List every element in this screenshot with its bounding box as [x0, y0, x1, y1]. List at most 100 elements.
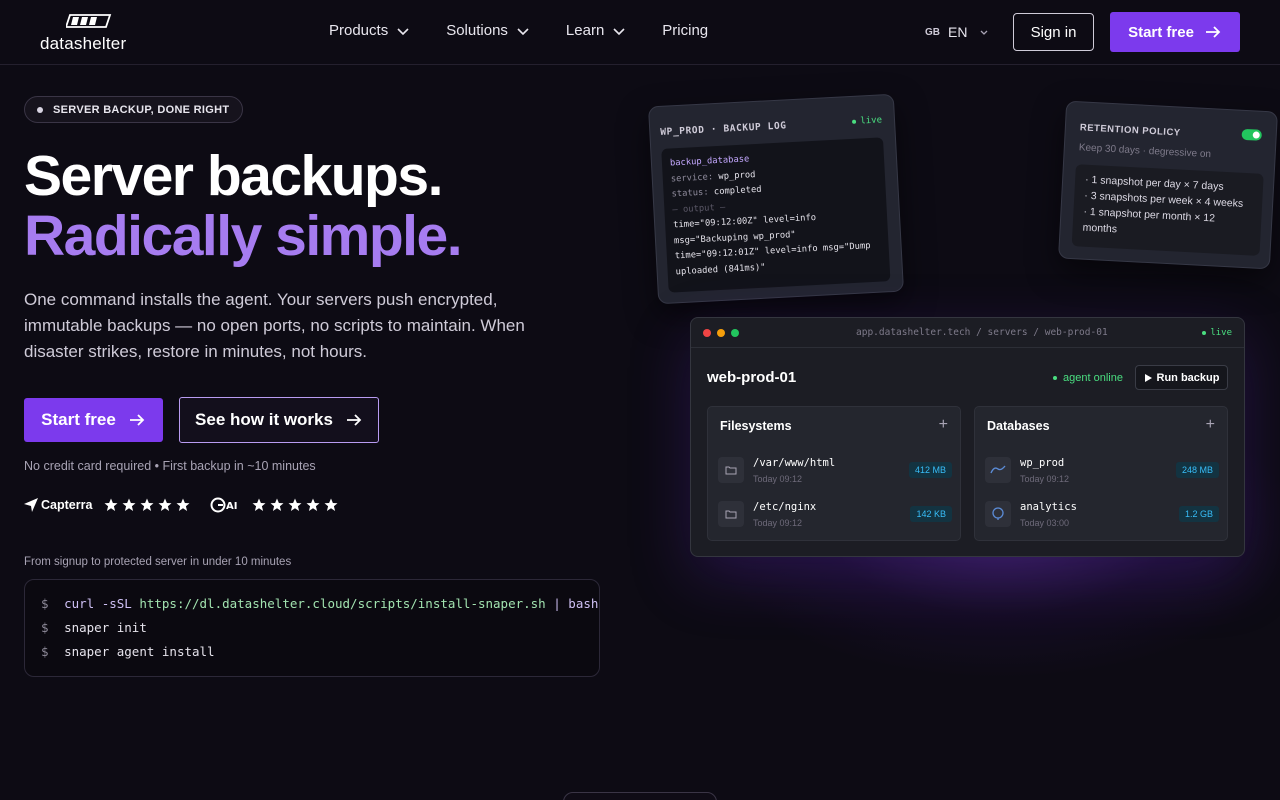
databases-title: Databases: [987, 419, 1050, 433]
play-icon: [1144, 373, 1152, 382]
nav-solutions-label: Solutions: [446, 22, 508, 39]
flag-gb: GB: [925, 26, 940, 38]
terminal-line: $ curl -sSL https://dl.datashelter.cloud…: [41, 596, 598, 620]
star-icon: [140, 498, 154, 511]
fine-print: No credit card required • First backup i…: [24, 459, 316, 473]
live-dot-icon: [852, 119, 857, 124]
brand-name: datashelter: [40, 34, 127, 53]
size-badge: 142 KB: [910, 506, 952, 522]
folder-icon: [718, 501, 744, 527]
ratings-row: Capterra AI: [24, 497, 358, 513]
retention-title: RETENTION POLICY: [1079, 122, 1181, 139]
star-icon: [324, 498, 338, 511]
item-time: Today 09:12: [1020, 474, 1070, 484]
star-icon: [306, 498, 320, 511]
item-time: Today 03:00: [1020, 518, 1070, 528]
list-item[interactable]: /var/www/html Today 09:12 412 MB: [718, 453, 952, 489]
capterra-name: Capterra: [41, 498, 93, 512]
nav-learn[interactable]: Learn: [566, 22, 626, 39]
agent-status: agent online: [1053, 372, 1123, 384]
terminal-line: $ snaper init: [41, 620, 583, 644]
backup-log-card: WP_PROD · BACKUP LOG live backup_databas…: [647, 93, 905, 305]
live-dot-icon: [1202, 331, 1207, 335]
see-how-label: See how it works: [195, 410, 333, 429]
item-name: wp_prod: [1020, 457, 1065, 469]
start-free-button[interactable]: Start free: [24, 398, 163, 442]
size-badge: 248 MB: [1175, 462, 1219, 478]
run-backup-button[interactable]: Run backup: [1135, 365, 1228, 390]
retention-subtitle: Keep 30 days · degressive on: [1078, 142, 1212, 161]
star-icon: [176, 498, 190, 511]
top-nav: datashelter Products Solutions Learn Pri…: [0, 0, 1280, 65]
hero-title: Server backups. Radically simple.: [24, 144, 463, 268]
list-item[interactable]: /etc/nginx Today 09:12 142 KB: [718, 497, 952, 533]
retention-toggle[interactable]: [1241, 128, 1263, 141]
star-icon: [104, 498, 118, 511]
language-selector[interactable]: GB EN: [925, 24, 989, 40]
filesystems-title: Filesystems: [720, 419, 792, 433]
nav-start-free-button[interactable]: Start free: [1110, 12, 1240, 52]
add-database-icon[interactable]: +: [1206, 416, 1215, 434]
start-free-label: Start free: [41, 410, 116, 429]
window-minimize-dot: [717, 329, 725, 337]
capterra-logo: Capterra: [24, 498, 92, 512]
add-filesystem-icon[interactable]: +: [939, 416, 948, 434]
agent-status-label: agent online: [1063, 372, 1123, 384]
nav-products-label: Products: [329, 22, 389, 39]
nav-links: Products Solutions Learn Pricing: [329, 22, 744, 39]
chevron-down-icon: [980, 30, 988, 35]
star-icon: [122, 498, 136, 511]
window-close-dot: [703, 329, 711, 337]
chevron-down-icon: [613, 27, 625, 35]
server-app-window: app.datashelter.tech / servers / web-pro…: [690, 317, 1245, 557]
filesystems-panel: Filesystems + /var/www/html Today 09:12 …: [707, 406, 961, 541]
list-item[interactable]: analytics Today 03:00 1.2 GB: [985, 497, 1219, 533]
item-name: /var/www/html: [753, 457, 836, 469]
item-name: /etc/nginx: [753, 501, 817, 513]
hero-badge: SERVER BACKUP, DONE RIGHT: [24, 96, 244, 123]
databases-panel: Databases + wp_prod Today 09:12 248 MB a…: [974, 406, 1228, 541]
item-name: analytics: [1020, 501, 1077, 513]
chevron-down-icon: [517, 27, 529, 35]
see-how-it-works-button[interactable]: See how it works: [179, 397, 379, 443]
logo-mark-icon: [66, 14, 112, 28]
rating-g2[interactable]: AI: [210, 497, 338, 513]
list-item[interactable]: wp_prod Today 09:12 248 MB: [985, 453, 1219, 489]
online-dot-icon: [1053, 376, 1057, 380]
log-key: service:: [670, 171, 714, 184]
hero-badge-label: SERVER BACKUP, DONE RIGHT: [53, 103, 230, 116]
server-name: web-prod-01: [707, 369, 797, 386]
log-value: wp_prod: [718, 169, 756, 182]
backup-log-title: WP_PROD · BACKUP LOG: [660, 120, 787, 138]
g2-icon: AI: [210, 497, 238, 513]
signin-label: Sign in: [1030, 23, 1077, 41]
folder-icon: [718, 457, 744, 483]
size-badge: 1.2 GB: [1178, 506, 1219, 522]
item-time: Today 09:12: [753, 474, 803, 484]
retention-rules: · 1 snapshot per day × 7 days · 3 snapsh…: [1071, 164, 1264, 256]
nav-start-free-label: Start free: [1128, 23, 1194, 41]
nav-learn-label: Learn: [565, 22, 605, 39]
live-status: live: [852, 115, 882, 127]
log-value: completed: [713, 184, 762, 198]
capterra-icon: [24, 498, 38, 512]
signin-button[interactable]: Sign in: [1013, 13, 1094, 51]
install-terminal[interactable]: $ curl -sSL https://dl.datashelter.cloud…: [24, 579, 600, 677]
star-icon: [270, 498, 284, 511]
brand-logo[interactable]: datashelter: [40, 12, 140, 54]
live-label: live: [1210, 328, 1232, 338]
svg-text:AI: AI: [226, 501, 237, 512]
window-url: app.datashelter.tech / servers / web-pro…: [856, 327, 1108, 338]
live-label: live: [860, 115, 883, 127]
arrow-right-icon: [129, 414, 145, 426]
hero-title-line2: Radically simple.: [24, 204, 463, 268]
retention-policy-card: RETENTION POLICY Keep 30 days · degressi…: [1058, 100, 1278, 270]
rating-capterra[interactable]: Capterra: [24, 498, 190, 512]
nav-products[interactable]: Products: [329, 22, 410, 39]
terminal-prompt: $: [41, 596, 49, 611]
g2-stars: [252, 498, 338, 512]
nav-solutions[interactable]: Solutions: [446, 22, 530, 39]
terminal-cmd: curl -sSL: [64, 596, 132, 611]
hero-title-line1: Server backups.: [24, 144, 443, 208]
nav-pricing[interactable]: Pricing: [662, 22, 708, 39]
